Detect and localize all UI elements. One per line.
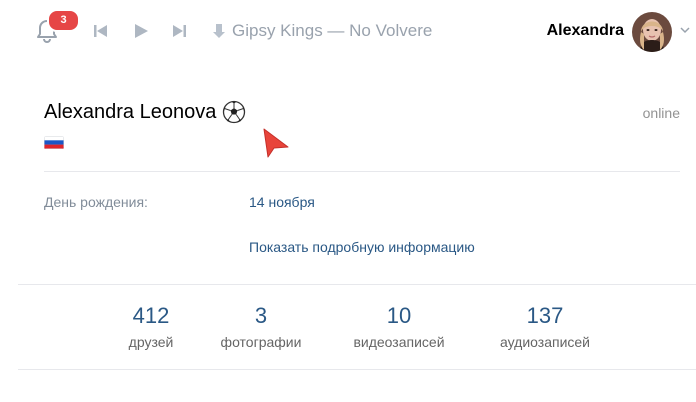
counter-label: видеозаписей [353,334,445,350]
chevron-down-icon[interactable] [680,27,690,34]
videos-counter[interactable]: 10 видеозаписей [334,302,464,352]
counter-value: 3 [254,303,268,328]
counter-label: аудиозаписей [500,334,590,350]
birthday-value-link[interactable]: 14 ноября [249,194,315,210]
soccer-ball-icon [223,100,246,124]
counter-label: фотографии [220,334,302,350]
counter-value: 137 [526,303,564,328]
photos-counter[interactable]: 3 фотографии [196,302,326,352]
profile-name-row: Alexandra Leonova [44,99,246,125]
divider [18,369,696,370]
next-track-icon[interactable] [170,22,188,40]
notifications-badge: 3 [47,9,80,32]
online-status: online [642,105,680,121]
play-icon[interactable] [132,22,150,40]
top-bar: 3 Gipsy Kings — No Volvere Alexandra [0,0,696,62]
mouse-cursor-icon [263,128,289,158]
counter-value: 10 [386,303,412,328]
download-arrow-icon [213,24,225,38]
now-playing[interactable]: Gipsy Kings — No Volvere [212,20,432,42]
profile-counters: 412 друзей 3 фотографии 10 видеозаписей … [0,302,696,362]
username[interactable]: Alexandra [547,20,624,42]
track-title: Gipsy Kings — No Volvere [232,21,433,40]
previous-track-icon[interactable] [92,22,110,40]
avatar[interactable] [632,12,672,52]
divider [18,284,696,285]
avatar-image [632,12,672,52]
show-more-info-link[interactable]: Показать подробную информацию [249,239,475,255]
profile-full-name: Alexandra Leonova [44,101,217,123]
audios-counter[interactable]: 137 аудиозаписей [480,302,610,352]
divider [44,171,680,172]
russia-flag-icon [44,136,64,149]
birthday-label: День рождения: [44,194,148,210]
